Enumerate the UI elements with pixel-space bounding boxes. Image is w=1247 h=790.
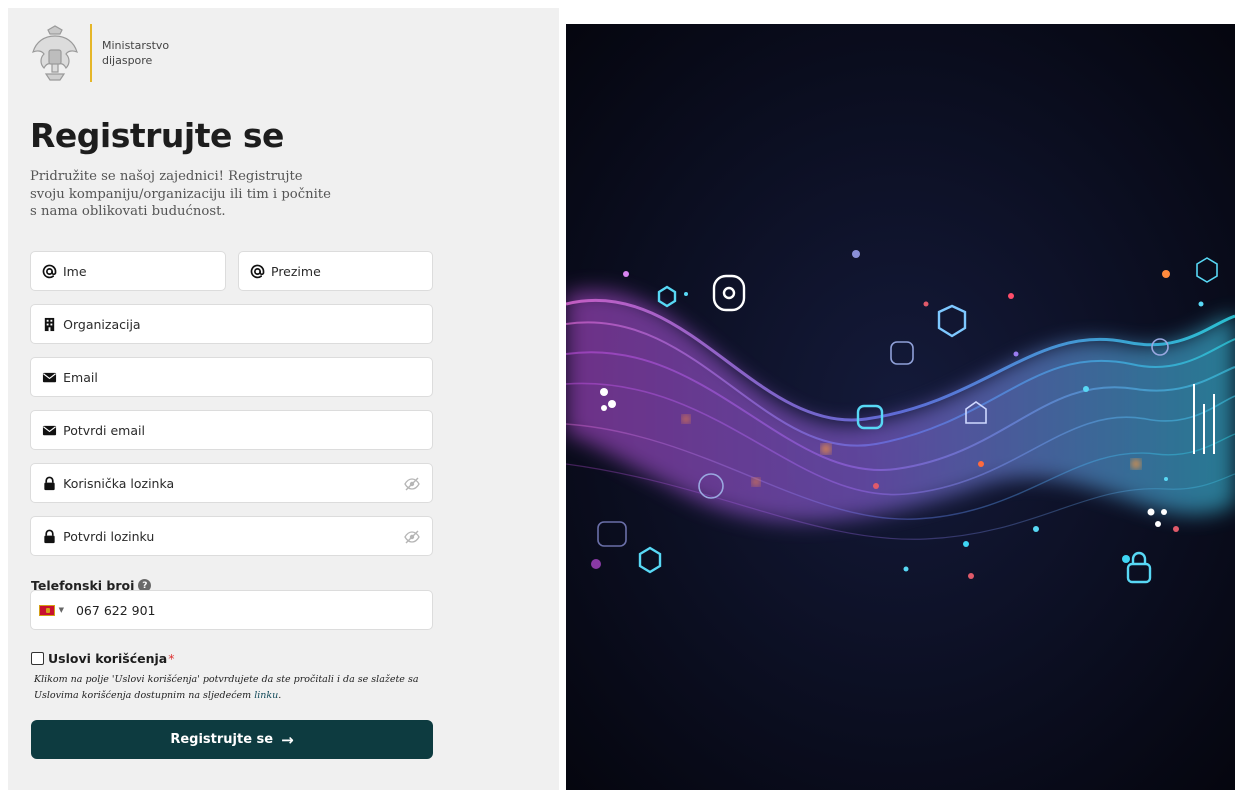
confirm-email-input[interactable]	[63, 411, 432, 449]
logo-divider	[90, 24, 92, 82]
phone-field[interactable]: ▼	[30, 590, 433, 630]
terms-note-end: .	[278, 690, 282, 701]
at-icon	[42, 263, 57, 279]
organization-input[interactable]	[63, 305, 432, 343]
building-icon	[42, 316, 57, 332]
confirm-email-field[interactable]	[30, 410, 433, 450]
envelope-icon	[42, 422, 57, 438]
confirm-password-field[interactable]	[30, 516, 433, 556]
password-input[interactable]	[63, 464, 432, 502]
phone-input[interactable]	[75, 591, 432, 629]
coat-of-arms-icon	[32, 25, 78, 81]
arrow-right-icon: →	[281, 730, 294, 749]
confirm-password-input[interactable]	[63, 517, 432, 555]
brand-logo: Ministarstvo dijaspore	[30, 23, 169, 83]
network-wave-graphic	[566, 24, 1235, 790]
registration-panel: Ministarstvo dijaspore Registrujte se Pr…	[8, 8, 559, 790]
lock-icon	[42, 528, 57, 544]
terms-label-text: Uslovi korišćenja	[48, 651, 168, 666]
password-field[interactable]	[30, 463, 433, 503]
terms-checkbox[interactable]	[31, 652, 44, 665]
terms-note: Klikom na polje 'Uslovi korišćenja' potv…	[34, 672, 424, 704]
page-title: Registrujte se	[30, 116, 284, 155]
at-icon	[250, 263, 265, 279]
organization-field[interactable]	[30, 304, 433, 344]
montenegro-flag-icon[interactable]	[39, 604, 55, 616]
email-input[interactable]	[63, 358, 432, 396]
chevron-down-icon[interactable]: ▼	[59, 606, 64, 614]
first-name-field[interactable]	[30, 251, 226, 291]
ministry-line-1: Ministarstvo	[102, 39, 170, 52]
eye-slash-icon[interactable]	[404, 529, 420, 545]
first-name-input[interactable]	[63, 252, 225, 290]
page-subtitle: Pridružite se našoj zajednici! Registruj…	[30, 169, 331, 219]
email-field[interactable]	[30, 357, 433, 397]
eye-slash-icon[interactable]	[404, 476, 420, 492]
register-button[interactable]: Registrujte se →	[31, 720, 433, 759]
terms-note-text: Klikom na polje 'Uslovi korišćenja' potv…	[34, 674, 419, 701]
terms-row[interactable]: Uslovi korišćenja*	[31, 651, 174, 666]
hero-illustration	[566, 24, 1235, 790]
required-mark: *	[168, 651, 175, 666]
ministry-line-2: dijaspore	[102, 54, 153, 67]
register-button-label: Registrujte se	[170, 732, 274, 747]
last-name-field[interactable]	[238, 251, 433, 291]
terms-link[interactable]: linku	[254, 690, 278, 701]
ministry-name: Ministarstvo dijaspore	[102, 38, 169, 68]
terms-label[interactable]: Uslovi korišćenja*	[48, 651, 174, 666]
envelope-icon	[42, 369, 57, 385]
lock-icon	[42, 475, 57, 491]
last-name-input[interactable]	[271, 252, 432, 290]
